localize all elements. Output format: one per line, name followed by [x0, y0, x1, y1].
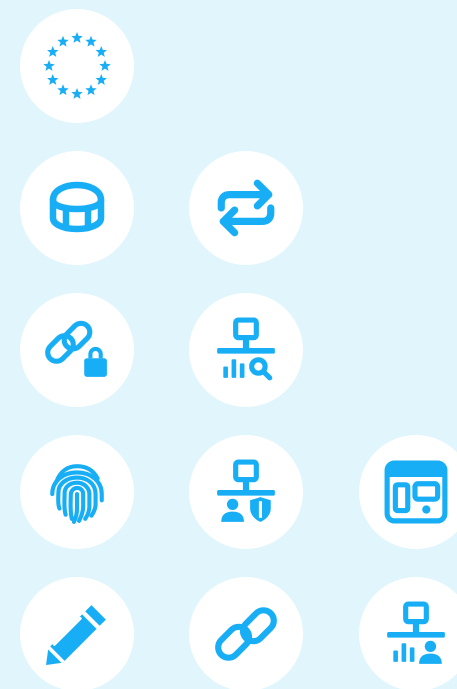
star-icon [43, 60, 55, 71]
link-tile[interactable] [189, 577, 303, 689]
network-user-shield-tile[interactable] [189, 435, 303, 549]
network-analytics-search-tile[interactable] [189, 293, 303, 407]
star-icon [99, 60, 111, 71]
icon-grid [0, 0, 457, 689]
network-analytics-search-icon [217, 317, 275, 381]
sync-arrows-icon [217, 179, 275, 237]
european-union-icon [43, 32, 111, 99]
fingerprint-tile[interactable] [20, 435, 134, 549]
star-icon [47, 74, 59, 85]
star-icon [47, 46, 59, 57]
star-icon [95, 74, 107, 85]
european-union-tile[interactable] [20, 9, 134, 123]
dashboard-window-icon [384, 460, 448, 524]
pencil-tile[interactable] [20, 577, 134, 689]
link-lock-tile[interactable] [20, 293, 134, 407]
arena-stadium-icon [49, 181, 105, 233]
network-analytics-user-tile[interactable] [359, 577, 457, 689]
network-user-shield-icon [217, 459, 275, 522]
fingerprint-icon [50, 464, 104, 524]
pencil-icon [46, 605, 106, 665]
link-lock-icon [45, 320, 107, 377]
star-icon [57, 84, 69, 96]
star-icon [71, 88, 83, 99]
star-icon [95, 46, 107, 57]
star-icon [85, 84, 97, 96]
star-icon [57, 35, 69, 47]
star-icon [85, 35, 97, 47]
star-icon [71, 32, 83, 43]
dashboard-window-tile[interactable] [359, 435, 457, 549]
link-icon [215, 607, 277, 661]
network-analytics-user-icon [387, 601, 445, 664]
arena-stadium-tile[interactable] [20, 151, 134, 265]
sync-arrows-tile[interactable] [189, 151, 303, 265]
